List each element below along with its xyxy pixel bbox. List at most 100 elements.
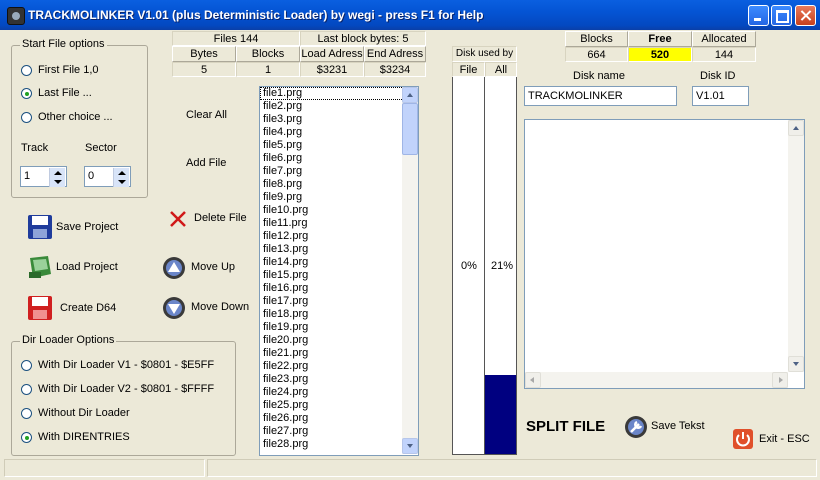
dir-loader-v2-radio[interactable] [21, 384, 32, 395]
last-file-radio[interactable] [21, 88, 32, 99]
file-list-item[interactable]: file19.prg [260, 321, 418, 334]
window-title: TRACKMOLINKER V1.01 (plus Deterministic … [28, 8, 484, 22]
free-blocks-value: 520 [628, 47, 692, 62]
file-list-item[interactable]: file12.prg [260, 230, 418, 243]
without-dir-loader-radio[interactable] [21, 408, 32, 419]
move-up-button[interactable]: Move Up [160, 254, 258, 282]
disk-id-label: Disk ID [700, 70, 736, 82]
without-dir-loader-label[interactable]: Without Dir Loader [38, 407, 130, 419]
memo-vertical-scrollbar[interactable] [788, 120, 804, 372]
allocated-value: 144 [692, 47, 756, 62]
power-icon [733, 429, 753, 449]
dir-loader-v1-radio[interactable] [21, 360, 32, 371]
text-memo[interactable] [524, 119, 805, 389]
split-file-button[interactable]: SPLIT FILE [526, 418, 605, 435]
file-usage-percent: 0% [461, 260, 477, 272]
memo-scroll-left-button[interactable] [525, 372, 541, 388]
disk-used-header: Disk used by [452, 46, 517, 62]
start-file-options-legend: Start File options [20, 38, 107, 50]
load-project-button[interactable]: Load Project [22, 252, 152, 282]
file-list-scrollbar[interactable] [402, 87, 418, 454]
allocated-header: Allocated [692, 31, 756, 47]
delete-file-button[interactable]: Delete File [166, 207, 258, 231]
file-list-item[interactable]: file17.prg [260, 295, 418, 308]
scroll-thumb[interactable] [402, 103, 418, 155]
file-list-item[interactable]: file8.prg [260, 178, 418, 191]
app-icon[interactable] [7, 7, 25, 25]
file-list-item[interactable]: file28.prg [260, 438, 418, 451]
file-list-item[interactable]: file15.prg [260, 269, 418, 282]
sector-stepper[interactable]: 0 [84, 166, 131, 187]
exit-label: Exit - ESC [759, 433, 810, 445]
load-project-label: Load Project [56, 261, 118, 273]
delete-file-label: Delete File [194, 212, 247, 224]
file-list-item[interactable]: file20.prg [260, 334, 418, 347]
file-list-item[interactable]: file25.prg [260, 399, 418, 412]
scroll-up-button[interactable] [402, 87, 418, 103]
bytes-value: 5 [172, 62, 236, 77]
file-list-item[interactable]: file18.prg [260, 308, 418, 321]
file-list-item[interactable]: file1.prg [260, 87, 418, 100]
first-file-label[interactable]: First File 1,0 [38, 64, 99, 76]
save-project-button[interactable]: Save Project [22, 212, 152, 242]
file-list-item[interactable]: file2.prg [260, 100, 418, 113]
file-list-item[interactable]: file4.prg [260, 126, 418, 139]
dir-loader-v1-label[interactable]: With Dir Loader V1 - $0801 - $E5FF [38, 359, 214, 371]
file-list-item[interactable]: file5.prg [260, 139, 418, 152]
file-list-item[interactable]: file26.prg [260, 412, 418, 425]
first-file-radio[interactable] [21, 65, 32, 76]
blocks-header: Blocks [236, 46, 300, 62]
track-label: Track [21, 142, 49, 154]
track-spin-buttons[interactable] [49, 168, 65, 187]
file-list-item[interactable]: file11.prg [260, 217, 418, 230]
save-project-label: Save Project [56, 221, 119, 233]
file-list-item[interactable]: file22.prg [260, 360, 418, 373]
file-list[interactable]: file1.prg file2.prg file3.prg file4.prg file… [260, 87, 418, 455]
track-stepper[interactable]: 1 [20, 166, 67, 187]
blocks-total-value: 664 [565, 47, 628, 62]
memo-scroll-down-button[interactable] [788, 356, 804, 372]
file-list-item[interactable]: file27.prg [260, 425, 418, 438]
save-text-button[interactable]: Save Tekst [622, 413, 722, 441]
file-list-item[interactable]: file6.prg [260, 152, 418, 165]
move-down-button[interactable]: Move Down [160, 294, 258, 322]
file-list-item[interactable]: file10.prg [260, 204, 418, 217]
file-list-item[interactable]: file23.prg [260, 373, 418, 386]
clear-all-button[interactable]: Clear All [186, 109, 227, 121]
close-button[interactable] [795, 5, 816, 26]
all-usage-bar [485, 375, 516, 454]
file-list-item[interactable]: file16.prg [260, 282, 418, 295]
file-list-item[interactable]: file21.prg [260, 347, 418, 360]
disk-id-input[interactable]: V1.01 [692, 86, 749, 106]
free-header: Free [628, 31, 692, 47]
maximize-button[interactable] [771, 5, 792, 26]
disk-used-file-label: File [452, 62, 485, 77]
file-list-item[interactable]: file14.prg [260, 256, 418, 269]
dir-loader-v2-label[interactable]: With Dir Loader V2 - $0801 - $FFFF [38, 383, 214, 395]
other-choice-label[interactable]: Other choice ... [38, 111, 113, 123]
file-list-item[interactable]: file24.prg [260, 386, 418, 399]
file-list-item[interactable]: file7.prg [260, 165, 418, 178]
memo-horizontal-scrollbar[interactable] [525, 372, 788, 388]
other-choice-radio[interactable] [21, 112, 32, 123]
file-list-item[interactable]: file13.prg [260, 243, 418, 256]
save-text-label: Save Tekst [651, 420, 705, 432]
file-list-item[interactable]: file3.prg [260, 113, 418, 126]
sector-spin-buttons[interactable] [113, 168, 129, 187]
track-value: 1 [24, 170, 31, 182]
memo-scroll-up-button[interactable] [788, 120, 804, 136]
scroll-down-button[interactable] [402, 438, 418, 454]
blocks-value: 1 [236, 62, 300, 77]
with-direntries-radio[interactable] [21, 432, 32, 443]
load-address-value: $3231 [300, 62, 364, 77]
memo-scroll-right-button[interactable] [772, 372, 788, 388]
disk-name-input[interactable]: TRACKMOLINKER [524, 86, 677, 106]
create-d64-button[interactable]: Create D64 [22, 293, 152, 323]
last-file-label[interactable]: Last File ... [38, 87, 92, 99]
add-file-button[interactable]: Add File [186, 157, 226, 169]
with-direntries-label[interactable]: With DIRENTRIES [38, 431, 130, 443]
exit-button[interactable]: Exit - ESC [731, 427, 815, 451]
file-list-item[interactable]: file9.prg [260, 191, 418, 204]
blocks-total-header: Blocks [565, 31, 628, 47]
minimize-button[interactable] [748, 5, 769, 26]
